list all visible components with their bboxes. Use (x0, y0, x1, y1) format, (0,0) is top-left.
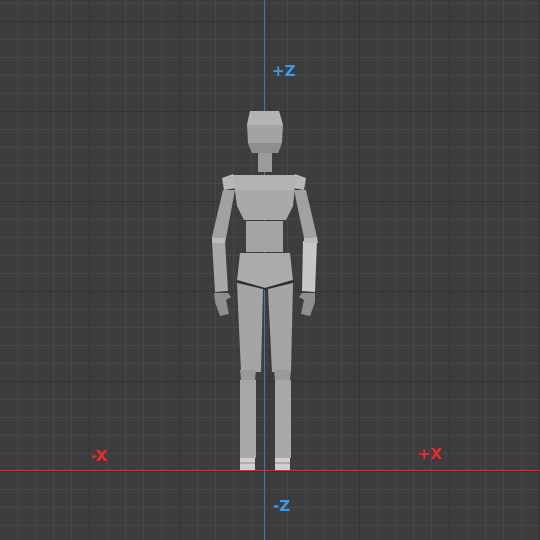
mannequin-right-knee (274, 370, 291, 380)
mannequin-left-thigh (237, 283, 263, 372)
mannequin-left-elbow (212, 237, 226, 243)
axis-label-neg-x: -X (91, 447, 108, 465)
axis-label-pos-z: +Z (272, 62, 296, 80)
3d-viewport[interactable]: +Z -Z -X +X (0, 0, 540, 540)
mannequin-left-knee (240, 370, 256, 380)
mannequin-left-hand (214, 293, 231, 316)
axis-label-pos-x: +X (418, 445, 443, 463)
mannequin-left-forearm (212, 241, 228, 292)
mannequin-head (247, 111, 283, 153)
mannequin-right-shin (275, 380, 291, 458)
mannequin-right-elbow (304, 237, 318, 243)
mannequin-right-thigh (268, 283, 293, 372)
mannequin-left-shin (240, 380, 256, 458)
mannequin-neck (258, 153, 272, 172)
mannequin-right-upper-arm (294, 190, 317, 238)
mannequin-right-foot (275, 458, 290, 470)
mannequin-left-foot (240, 458, 255, 470)
mannequin-waist (246, 221, 283, 252)
mannequin-right-forearm (302, 241, 317, 292)
mannequin-pelvis (236, 253, 294, 291)
mannequin-chest (233, 175, 296, 220)
mannequin-right-hand (299, 293, 315, 316)
mannequin-left-upper-arm (212, 190, 235, 238)
mannequin-figure[interactable] (0, 0, 540, 540)
axis-label-neg-z: -Z (273, 497, 291, 515)
